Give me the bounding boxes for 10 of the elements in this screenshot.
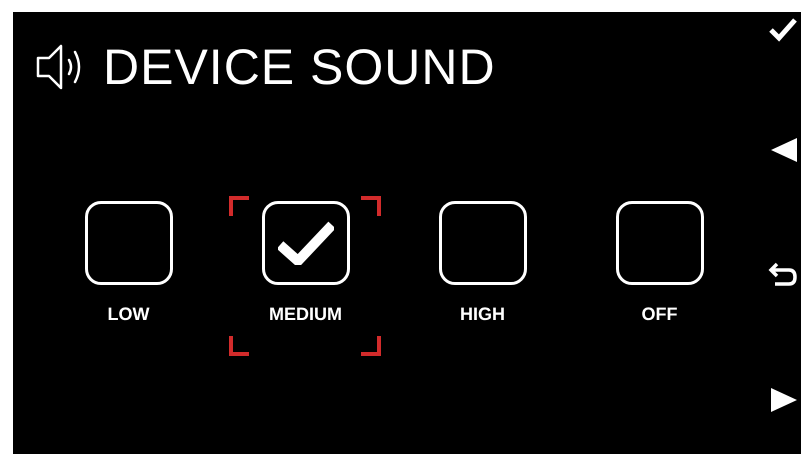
checkbox[interactable] xyxy=(262,201,350,285)
option-label: MEDIUM xyxy=(269,305,342,323)
option-label: OFF xyxy=(642,305,678,323)
screen-title: DEVICE SOUND xyxy=(103,42,496,92)
checkmark-icon xyxy=(278,221,334,265)
option-label: HIGH xyxy=(460,305,505,323)
checkbox[interactable] xyxy=(616,201,704,285)
checkbox[interactable] xyxy=(84,201,172,285)
option-label: LOW xyxy=(108,305,150,323)
checkbox[interactable] xyxy=(438,201,526,285)
